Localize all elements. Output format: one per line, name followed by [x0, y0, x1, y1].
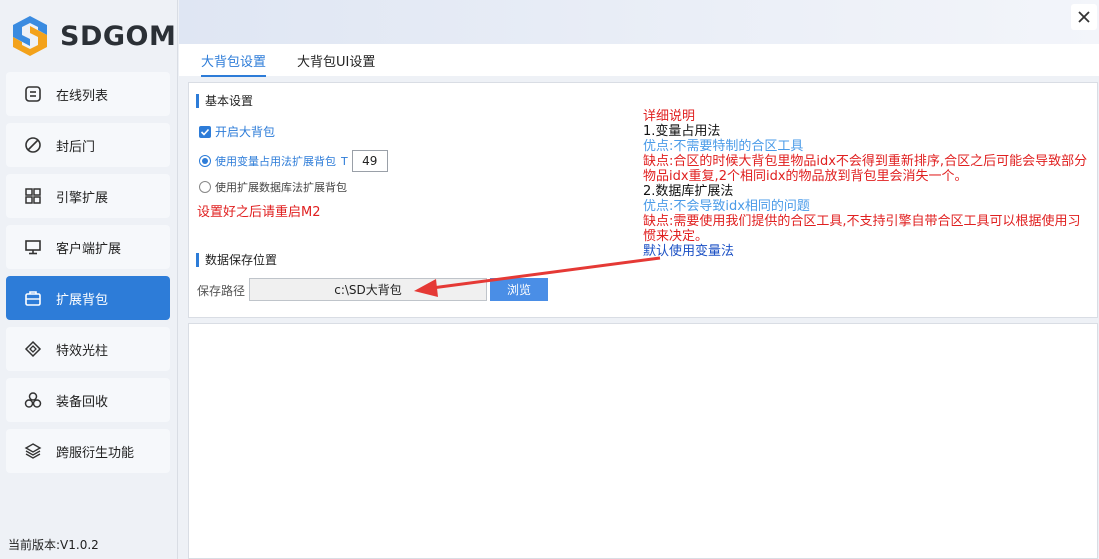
sidebar-nav: 在线列表 封后门 引擎扩展 客户端扩展 扩展背包 特效光柱 装备回收 跨服衍生功… [6, 72, 170, 480]
sidebar-item-light-pillar[interactable]: 特效光柱 [6, 327, 170, 371]
tab-bar: 大背包设置 大背包UI设置 [179, 44, 1099, 77]
brand-name: SDGOM [60, 20, 177, 52]
sidebar-item-label: 跨服衍生功能 [56, 445, 135, 461]
sidebar-item-online-list[interactable]: 在线列表 [6, 72, 170, 116]
path-label: 保存路径 [197, 284, 246, 298]
sdgom-logo-icon [10, 15, 50, 57]
enable-bag-checkbox[interactable] [199, 125, 211, 138]
restart-warning: 设置好之后请重启M2 [197, 205, 321, 220]
desc-default: 默认使用变量法 [643, 244, 735, 259]
check-icon [200, 128, 210, 136]
sidebar-item-label: 在线列表 [56, 88, 109, 104]
desc-method1-title: 1.变量占用法 [643, 124, 721, 139]
sidebar-item-extend-bag[interactable]: 扩展背包 [6, 276, 170, 320]
settings-panel: 基本设置 开启大背包 使用变量占用法扩展背包 T 49 使用扩展数据库法扩展背包… [188, 82, 1098, 318]
bag-icon [22, 287, 44, 309]
grid-icon [22, 185, 44, 207]
desc-title: 详细说明 [643, 109, 696, 124]
option-database-radio[interactable] [199, 181, 211, 193]
sidebar-item-label: 引擎扩展 [56, 190, 109, 206]
list-box-icon [22, 83, 44, 105]
option-database-row: 使用扩展数据库法扩展背包 [199, 179, 347, 195]
tab-bag-ui-settings[interactable]: 大背包UI设置 [297, 51, 375, 75]
recycle-icon [22, 389, 44, 411]
sidebar-item-equip-recycle[interactable]: 装备回收 [6, 378, 170, 422]
desc-method1-pro: 优点:不需要特制的合区工具 [643, 139, 804, 154]
basic-settings-title: 基本设置 [196, 94, 253, 108]
desc-method1-con: 缺点:合区的时候大背包里物品idx不会得到重新排序,合区之后可能会导致部分物品i… [643, 154, 1088, 184]
variable-count-input[interactable]: 49 [351, 150, 388, 172]
desc-method2-con: 缺点:需要使用我们提供的合区工具,不支持引擎自带合区工具可以根据使用习惯来决定。 [643, 214, 1081, 244]
option-database-label: 使用扩展数据库法扩展背包 [215, 181, 347, 194]
desc-method2-title: 2.数据库扩展法 [643, 184, 734, 199]
sidebar-item-label: 封后门 [56, 139, 96, 155]
option-variable-row: 使用变量占用法扩展背包 T 49 [199, 150, 388, 172]
save-path-input[interactable]: c:\SD大背包 [249, 278, 487, 301]
enable-bag-label: 开启大背包 [215, 125, 276, 139]
description-block: 详细说明 1.变量占用法 优点:不需要特制的合区工具 缺点:合区的时候大背包里物… [643, 109, 1093, 259]
sidebar-item-client-ext[interactable]: 客户端扩展 [6, 225, 170, 269]
version-label: 当前版本:V1.0.2 [8, 538, 99, 552]
sidebar-item-label: 扩展背包 [56, 292, 109, 308]
enable-bag-row: 开启大背包 [199, 123, 275, 140]
sidebar-item-backdoor[interactable]: 封后门 [6, 123, 170, 167]
option-variable-label: 使用变量占用法扩展背包 [215, 155, 336, 168]
tab-bag-settings[interactable]: 大背包设置 [201, 51, 267, 77]
close-button[interactable] [1071, 4, 1097, 30]
brand-logo: SDGOM [10, 14, 176, 58]
block-icon [22, 134, 44, 156]
close-icon [1078, 11, 1090, 23]
content-panel [188, 323, 1098, 559]
browse-button[interactable]: 浏览 [490, 278, 548, 301]
storage-title: 数据保存位置 [196, 253, 277, 267]
diamond-icon [22, 338, 44, 360]
desc-method2-pro: 优点:不会导致idx相同的问题 [643, 199, 810, 214]
option-variable-radio[interactable] [199, 155, 211, 167]
header-bar [179, 0, 1099, 44]
sidebar-item-cross-server[interactable]: 跨服衍生功能 [6, 429, 170, 473]
option-variable-suffix: T [341, 154, 348, 168]
sidebar-item-label: 特效光柱 [56, 343, 109, 359]
sidebar-item-label: 客户端扩展 [56, 241, 122, 257]
sidebar-item-engine-ext[interactable]: 引擎扩展 [6, 174, 170, 218]
monitor-icon [22, 236, 44, 258]
layers-icon [22, 440, 44, 462]
sidebar: SDGOM 在线列表 封后门 引擎扩展 客户端扩展 扩展背包 特效光柱 装备回收… [0, 0, 178, 559]
sidebar-item-label: 装备回收 [56, 394, 109, 410]
